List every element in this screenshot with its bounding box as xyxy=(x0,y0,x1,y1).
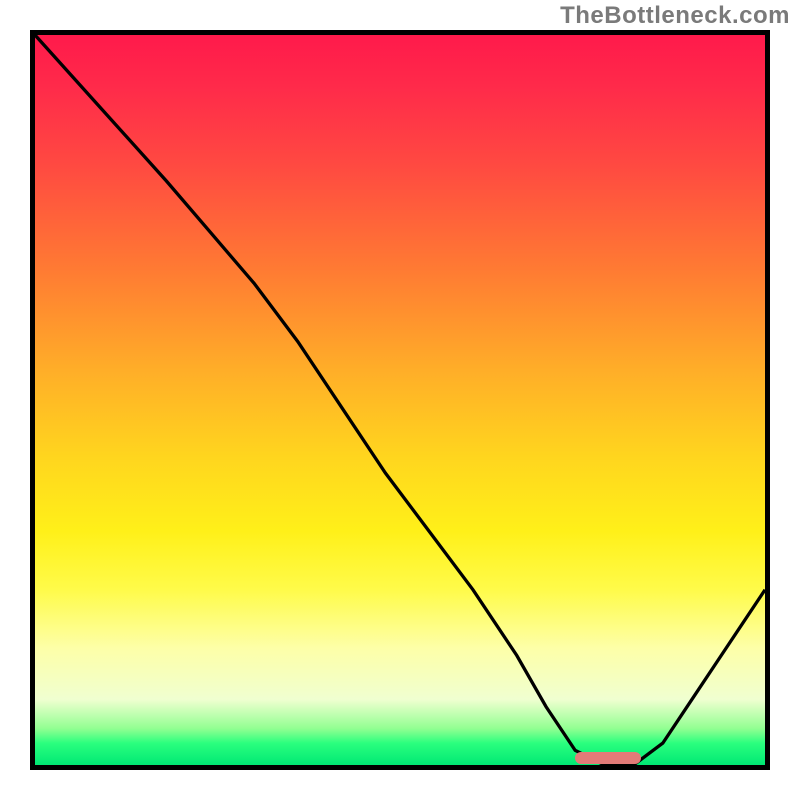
optimal-marker xyxy=(575,752,641,764)
plot-area xyxy=(30,30,770,770)
curve-svg xyxy=(35,35,765,765)
watermark-text: TheBottleneck.com xyxy=(560,2,790,30)
bottleneck-curve-path xyxy=(35,35,765,765)
chart-frame: TheBottleneck.com xyxy=(0,0,800,800)
